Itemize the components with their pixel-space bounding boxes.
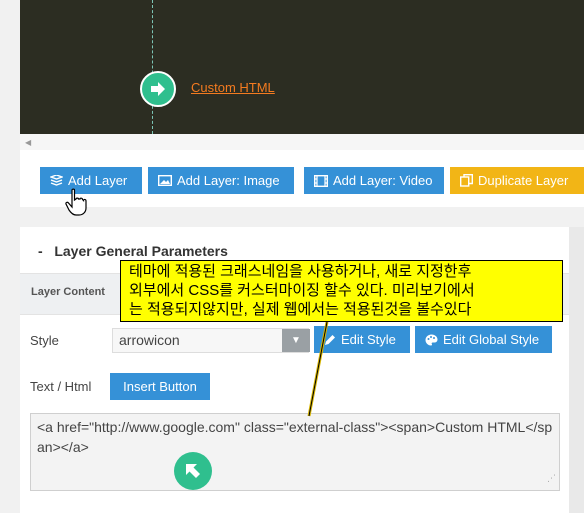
film-icon bbox=[314, 174, 328, 187]
chevron-down-icon[interactable]: ▼ bbox=[282, 329, 310, 352]
duplicate-icon bbox=[460, 174, 473, 187]
pencil-icon bbox=[325, 334, 335, 345]
duplicate-layer-button[interactable]: Duplicate Layer bbox=[450, 167, 584, 194]
add-layer-video-label: Add Layer: Video bbox=[333, 173, 433, 188]
text-html-label: Text / Html bbox=[30, 379, 92, 394]
left-gutter bbox=[0, 0, 20, 513]
html-code-textarea[interactable]: <a href="http://www.google.com" class="e… bbox=[30, 413, 560, 491]
insert-button[interactable]: Insert Button bbox=[110, 373, 210, 400]
style-label: Style bbox=[30, 333, 59, 348]
hand-cursor-icon bbox=[65, 188, 87, 216]
custom-html-layer-link[interactable]: Custom HTML bbox=[191, 80, 275, 95]
edit-style-label: Edit Style bbox=[341, 332, 396, 347]
arrow-up-left-icon bbox=[174, 452, 212, 490]
guide-line bbox=[152, 0, 153, 134]
add-layer-video-button[interactable]: Add Layer: Video bbox=[304, 167, 444, 194]
edit-global-style-button[interactable]: Edit Global Style bbox=[415, 326, 552, 353]
add-layer-image-button[interactable]: Add Layer: Image bbox=[148, 167, 294, 194]
insert-button-label: Insert Button bbox=[123, 379, 197, 394]
layer-toolbar: Add Layer Add Layer: Image Add Layer: Vi… bbox=[20, 150, 584, 207]
resize-grip-icon[interactable]: ⋰ bbox=[547, 468, 556, 488]
tab-layer-content[interactable]: Layer Content bbox=[31, 286, 105, 298]
add-layer-button[interactable]: Add Layer bbox=[40, 167, 142, 194]
canvas-scrollbar[interactable]: ◀ bbox=[20, 134, 584, 151]
slide-canvas[interactable]: Custom HTML bbox=[20, 0, 584, 134]
scroll-left-icon[interactable]: ◀ bbox=[25, 138, 31, 147]
style-select-value: arrowicon bbox=[119, 332, 180, 348]
annotation-callout: 테마에 적용된 크래스네임을 사용하거나, 새로 지정한후 외부에서 CSS를 … bbox=[120, 260, 563, 322]
html-code-text: <a href="http://www.google.com" class="e… bbox=[37, 419, 553, 455]
style-select[interactable]: arrowicon bbox=[112, 328, 309, 353]
duplicate-layer-label: Duplicate Layer bbox=[478, 173, 569, 188]
panel-side-strip bbox=[569, 227, 584, 513]
add-layer-label: Add Layer bbox=[68, 173, 128, 188]
callout-line: 외부에서 CSS를 커스터마이징 할수 있다. 미리보기에서 bbox=[129, 282, 475, 299]
add-layer-image-label: Add Layer: Image bbox=[177, 173, 280, 188]
arrow-right-icon[interactable] bbox=[140, 71, 176, 107]
edit-global-style-label: Edit Global Style bbox=[443, 332, 540, 347]
panel-title-text: Layer General Parameters bbox=[54, 243, 228, 259]
image-icon bbox=[158, 175, 172, 186]
layers-icon bbox=[50, 174, 63, 186]
callout-line: 테마에 적용된 크래스네임을 사용하거나, 새로 지정한후 bbox=[129, 263, 472, 280]
edit-style-button[interactable]: Edit Style bbox=[314, 326, 410, 353]
collapse-marker[interactable]: - bbox=[38, 243, 43, 259]
palette-icon bbox=[425, 334, 438, 345]
callout-line: 는 적용되지않지만, 실제 웹에서는 적용된것을 볼수있다 bbox=[129, 301, 472, 318]
panel-title[interactable]: - Layer General Parameters bbox=[38, 243, 228, 259]
